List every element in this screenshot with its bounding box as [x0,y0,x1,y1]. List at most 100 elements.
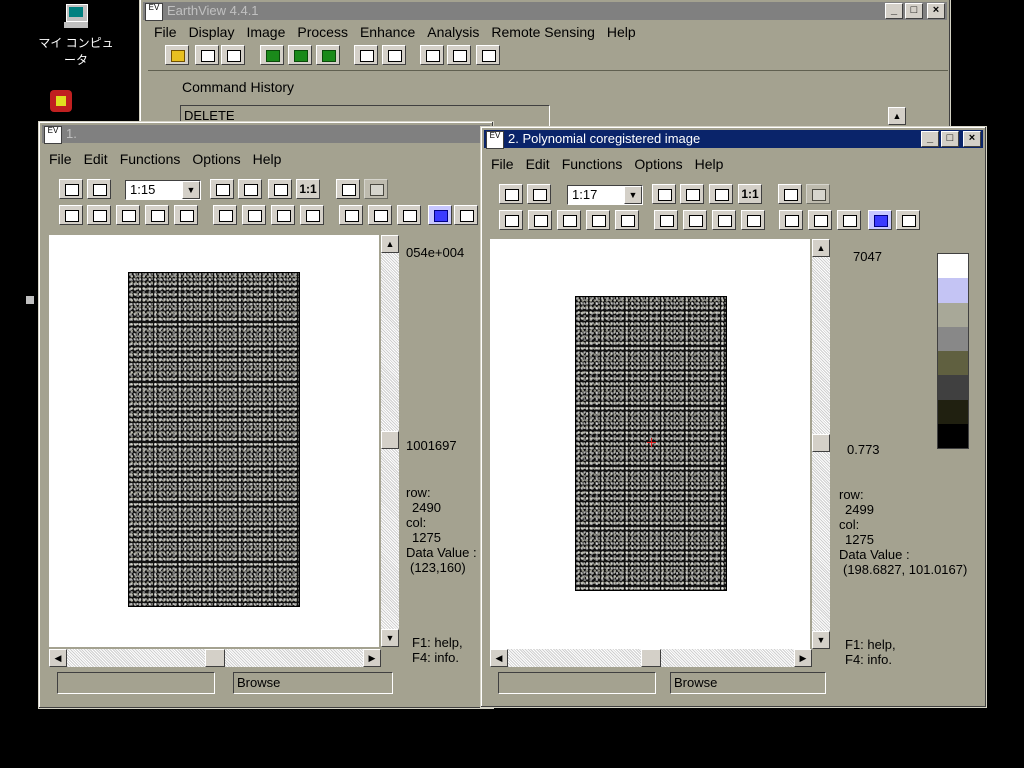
main-menu-help[interactable]: Help [601,24,642,40]
maximize-button[interactable]: □ [941,131,959,147]
window1-canvas[interactable] [49,235,379,647]
window1-menu-edit[interactable]: Edit [78,151,114,167]
refresh-tool[interactable] [260,45,284,65]
window2-titlebar[interactable]: EV 2. Polynomial coregistered image _ □ … [484,130,983,149]
window1-menu-functions[interactable]: Functions [114,151,187,167]
print-tool[interactable] [221,45,245,65]
curve-linear-tool[interactable] [654,210,678,230]
curve-exp-tool[interactable] [712,210,736,230]
window1-menu-file[interactable]: File [43,151,78,167]
window1-menu-options[interactable]: Options [186,151,246,167]
close-button[interactable]: × [963,131,981,147]
window2-menu-file[interactable]: File [485,156,520,172]
image-window-1[interactable]: EV 1. File Edit Functions Options Help 1:15 … [38,121,494,709]
stretch-box-tool[interactable] [615,210,639,230]
main-titlebar[interactable]: EV EarthView 4.4.1 _ □ × [143,2,947,21]
main-menu-analysis[interactable]: Analysis [421,24,485,40]
curve-inverse-tool[interactable] [837,210,861,230]
horizontal-scroll-thumb[interactable] [641,649,661,667]
stretch-linear2-tool[interactable] [87,205,111,225]
histogram-tool[interactable] [779,210,803,230]
zoom-in-tool[interactable] [652,184,676,204]
curve-log-tool[interactable] [242,205,266,225]
window2-canvas[interactable] [490,239,810,649]
window1-titlebar[interactable]: EV 1. [42,125,490,144]
curve-inverse-tool[interactable] [397,205,421,225]
one-to-one-tool[interactable]: 1:1 [296,179,320,199]
curve-sqrt-tool[interactable] [300,205,324,225]
main-menu-file[interactable]: File [148,24,183,40]
stretch-step-tool[interactable] [557,210,581,230]
main-menu-enhance[interactable]: Enhance [354,24,421,40]
program-desktop-icon[interactable] [20,88,100,120]
vertical-scroll-thumb[interactable] [381,431,399,449]
grid-tool[interactable] [336,179,360,199]
zoom-ratio-select[interactable]: 1:15 ▼ [125,180,201,200]
pattern-tool[interactable] [364,179,388,199]
stretch-linear-tool[interactable] [59,205,83,225]
curve-sqrt-tool[interactable] [741,210,765,230]
zoom-ratio-select[interactable]: 1:17 ▼ [567,185,643,205]
pattern-tool[interactable] [806,184,830,204]
window1-satellite-image[interactable] [128,272,300,607]
open-file-tool[interactable] [165,45,189,65]
scroll-up-button[interactable]: ▲ [812,239,830,257]
edit-tool[interactable] [420,45,444,65]
minimize-button[interactable]: _ [921,131,939,147]
custom-tool[interactable] [896,210,920,230]
desktop-icon-partial[interactable] [22,292,38,316]
fit-window-tool[interactable] [709,184,733,204]
minimize-button[interactable]: _ [885,3,903,19]
scroll-left-button[interactable]: ◀ [49,649,67,667]
curve-linear-tool[interactable] [213,205,237,225]
window2-menu-edit[interactable]: Edit [520,156,556,172]
print-tool[interactable] [527,184,551,204]
layout-tool[interactable] [476,45,500,65]
zoom-in-tool[interactable] [210,179,234,199]
move-down-tool[interactable] [316,45,340,65]
fit-window-tool[interactable] [268,179,292,199]
maximize-button[interactable]: □ [905,3,923,19]
print-tool[interactable] [87,179,111,199]
window1-menu-help[interactable]: Help [247,151,288,167]
window2-menu-functions[interactable]: Functions [556,156,629,172]
palette-tool[interactable] [428,205,452,225]
stretch-step-tool[interactable] [116,205,140,225]
curve-gauss-tool[interactable] [808,210,832,230]
stretch-step2-tool[interactable] [145,205,169,225]
horizontal-scroll-thumb[interactable] [205,649,225,667]
stretch-linear2-tool[interactable] [528,210,552,230]
scroll-right-button[interactable]: ▶ [794,649,812,667]
main-menu-process[interactable]: Process [291,24,354,40]
stretch-box-tool[interactable] [174,205,198,225]
scroll-down-button[interactable]: ▼ [812,631,830,649]
window2-menu-help[interactable]: Help [689,156,730,172]
exchange-tool[interactable] [447,45,471,65]
main-menu-remote-sensing[interactable]: Remote Sensing [485,24,601,40]
window2-vertical-scrollbar[interactable]: ▲ ▼ [812,239,830,649]
my-computer-desktop-icon[interactable]: マイ コンピュータ [36,2,116,68]
close-button[interactable]: × [927,3,945,19]
window1-vertical-scrollbar[interactable]: ▲ ▼ [381,235,399,647]
palette-tool[interactable] [868,210,892,230]
scroll-down-button[interactable]: ▼ [381,629,399,647]
scatter-tool[interactable] [354,45,378,65]
curve-gauss-tool[interactable] [368,205,392,225]
window1-horizontal-scrollbar[interactable]: ◀ ▶ [49,649,381,667]
image-window-2[interactable]: EV 2. Polynomial coregistered image _ □ … [480,126,987,708]
scroll-right-button[interactable]: ▶ [363,649,381,667]
curve-log-tool[interactable] [683,210,707,230]
stretch-linear-tool[interactable] [499,210,523,230]
stretch-step2-tool[interactable] [586,210,610,230]
save-tool[interactable] [195,45,219,65]
custom-tool[interactable] [454,205,478,225]
histogram-tool[interactable] [339,205,363,225]
command-history-scroll-up[interactable]: ▲ [888,107,906,125]
curve-exp-tool[interactable] [271,205,295,225]
chart-tool[interactable] [382,45,406,65]
scroll-left-button[interactable]: ◀ [490,649,508,667]
help-tool[interactable] [59,179,83,199]
window2-horizontal-scrollbar[interactable]: ◀ ▶ [490,649,812,667]
zoom-out-tool[interactable] [238,179,262,199]
vertical-scroll-thumb[interactable] [812,434,830,452]
